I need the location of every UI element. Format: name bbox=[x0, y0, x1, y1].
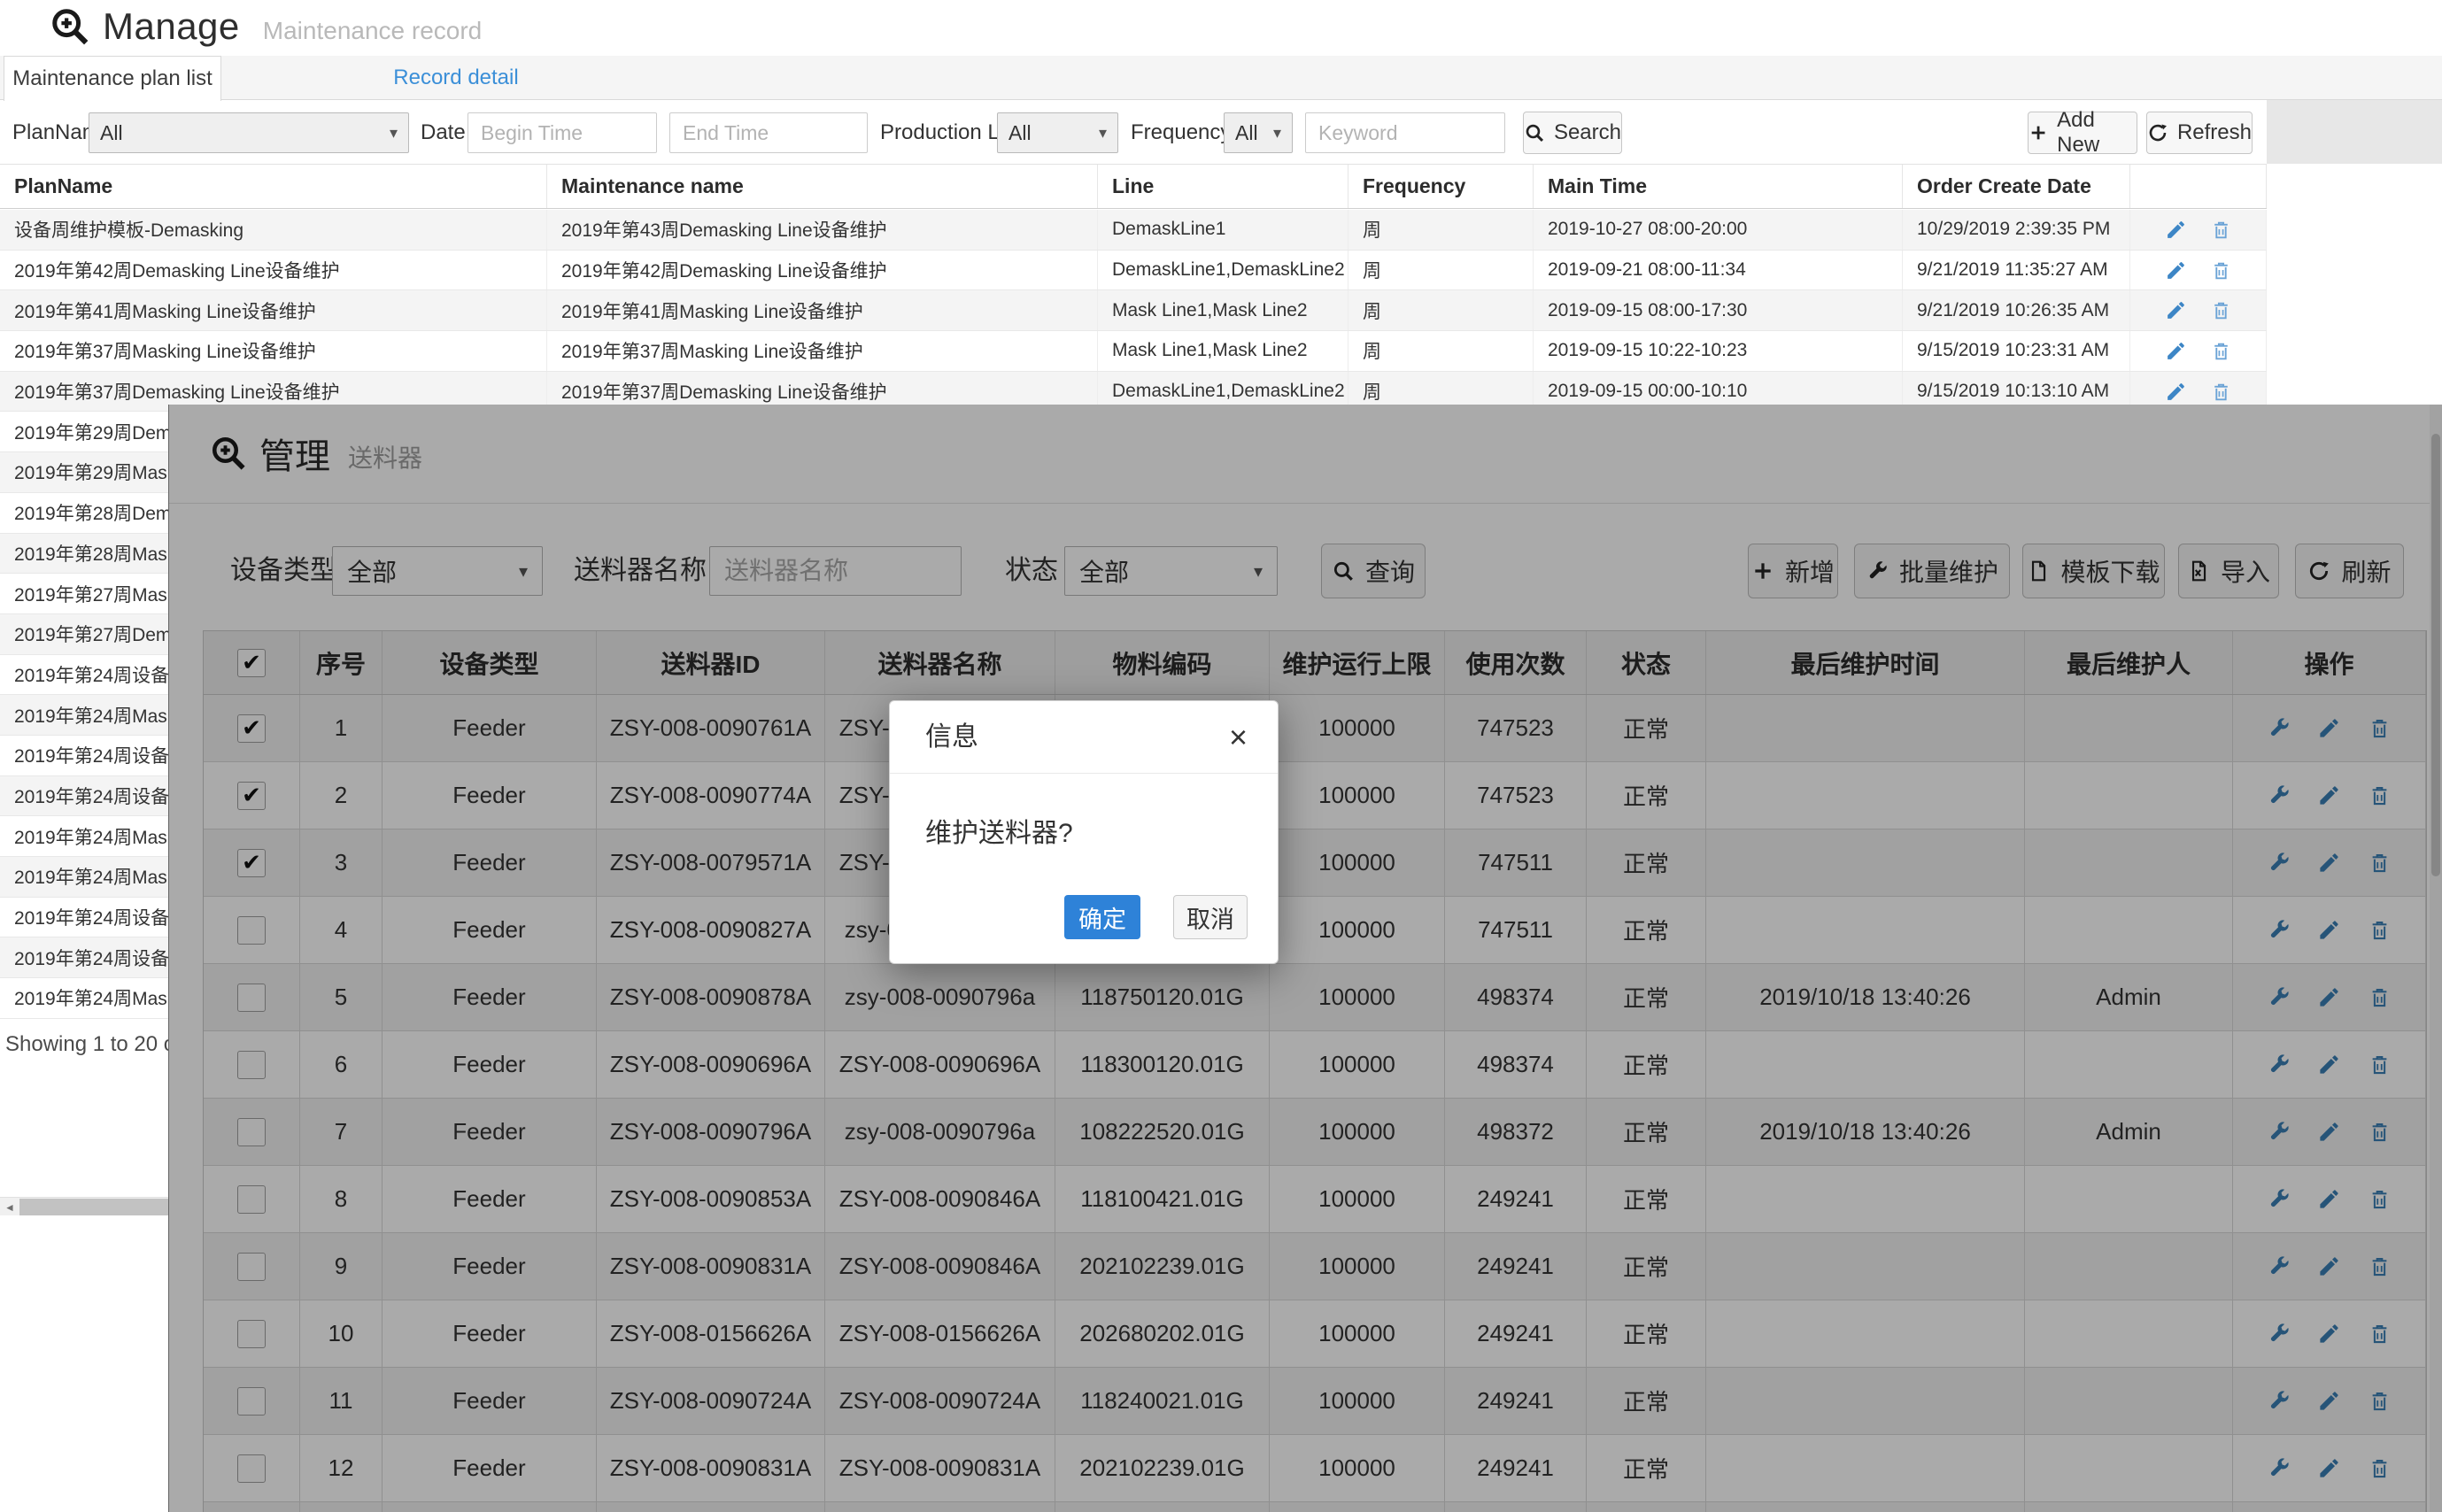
cell-plan: 2019年第37周Masking Line设备维护 bbox=[0, 331, 547, 371]
cell-main_time: 2019-09-15 08:00-17:30 bbox=[1534, 290, 1903, 330]
cell-plan: 2019年第42周Demasking Line设备维护 bbox=[0, 251, 547, 290]
chevron-down-icon: ▾ bbox=[1099, 124, 1107, 143]
edit-icon[interactable] bbox=[2165, 381, 2187, 403]
delete-icon[interactable] bbox=[2210, 340, 2232, 362]
screen: Manage Maintenance record Maintenance pl… bbox=[0, 0, 2442, 1512]
frequency-select[interactable]: All ▾ bbox=[1224, 112, 1293, 153]
search-button[interactable]: Search bbox=[1523, 112, 1622, 154]
tab-maintenance-plan-list[interactable]: Maintenance plan list bbox=[4, 56, 221, 101]
dialog-header: 信息 × bbox=[890, 701, 1278, 774]
tab-record-detail[interactable]: Record detail bbox=[376, 56, 536, 100]
maintenance-plan-row[interactable]: 2019年第42周Demasking Line设备维护2019年第42周Dema… bbox=[0, 251, 2267, 291]
edit-icon[interactable] bbox=[2165, 340, 2187, 362]
cell-plan: 设备周维护模板-Demasking bbox=[0, 210, 547, 250]
cell-line: Mask Line1,Mask Line2 bbox=[1098, 331, 1349, 371]
cell-name: 2019年第42周Demasking Line设备维护 bbox=[547, 251, 1098, 290]
end-time-input[interactable] bbox=[669, 112, 868, 153]
delete-icon[interactable] bbox=[2210, 299, 2232, 321]
keyword-input[interactable] bbox=[1305, 112, 1505, 153]
row-actions bbox=[2130, 331, 2267, 371]
zoom-in-icon bbox=[50, 6, 90, 47]
maintenance-table-header: PlanNameMaintenance nameLineFrequencyMai… bbox=[0, 164, 2267, 209]
column-header: Line bbox=[1098, 165, 1349, 208]
delete-icon[interactable] bbox=[2210, 381, 2232, 403]
production-line-select-value: All bbox=[1008, 121, 1032, 145]
dialog-title: 信息 bbox=[925, 701, 978, 774]
refresh-button[interactable]: Refresh bbox=[2146, 112, 2253, 154]
delete-icon[interactable] bbox=[2210, 219, 2232, 241]
row-actions bbox=[2130, 290, 2267, 330]
modal-backdrop bbox=[168, 405, 2442, 1512]
cell-freq: 周 bbox=[1349, 210, 1534, 250]
cell-plan: 2019年第41周Masking Line设备维护 bbox=[0, 290, 547, 330]
cell-main_time: 2019-09-15 10:22-10:23 bbox=[1534, 331, 1903, 371]
cell-created: 9/21/2019 11:35:27 AM bbox=[1903, 251, 2130, 290]
page-header: Manage Maintenance record bbox=[0, 0, 2442, 56]
frequency-select-value: All bbox=[1235, 121, 1258, 145]
cell-created: 9/21/2019 10:26:35 AM bbox=[1903, 290, 2130, 330]
maintenance-plan-row[interactable]: 设备周维护模板-Demasking2019年第43周Demasking Line… bbox=[0, 210, 2267, 251]
maintenance-plan-row[interactable]: 2019年第37周Masking Line设备维护2019年第37周Maskin… bbox=[0, 331, 2267, 372]
column-header: Maintenance name bbox=[547, 165, 1098, 208]
row-actions bbox=[2130, 210, 2267, 250]
cell-freq: 周 bbox=[1349, 251, 1534, 290]
dialog-ok-button[interactable]: 确定 bbox=[1064, 895, 1140, 939]
cell-name: 2019年第41周Masking Line设备维护 bbox=[547, 290, 1098, 330]
cell-line: DemaskLine1,DemaskLine2 bbox=[1098, 251, 1349, 290]
cell-name: 2019年第43周Demasking Line设备维护 bbox=[547, 210, 1098, 250]
edit-icon[interactable] bbox=[2165, 299, 2187, 321]
add-new-button-label: Add New bbox=[2057, 108, 2137, 158]
page-subtitle: Maintenance record bbox=[263, 17, 482, 45]
planname-select-value: All bbox=[100, 121, 123, 145]
edit-icon[interactable] bbox=[2165, 219, 2187, 241]
column-header bbox=[2130, 165, 2267, 208]
row-actions bbox=[2130, 251, 2267, 290]
edit-icon[interactable] bbox=[2165, 259, 2187, 282]
chevron-down-icon: ▾ bbox=[390, 124, 398, 143]
cell-created: 9/15/2019 10:23:31 AM bbox=[1903, 331, 2130, 371]
cell-main_time: 2019-09-21 08:00-11:34 bbox=[1534, 251, 1903, 290]
delete-icon[interactable] bbox=[2210, 259, 2232, 282]
column-header: Frequency bbox=[1349, 165, 1534, 208]
refresh-icon bbox=[2147, 122, 2168, 143]
cell-created: 10/29/2019 2:39:35 PM bbox=[1903, 210, 2130, 250]
dialog-message: 维护送料器? bbox=[925, 807, 1073, 860]
cell-freq: 周 bbox=[1349, 331, 1534, 371]
page-title: Manage bbox=[103, 5, 240, 48]
cell-line: DemaskLine1 bbox=[1098, 210, 1349, 250]
search-icon bbox=[1524, 122, 1545, 143]
scroll-left-arrow-icon[interactable]: ◄ bbox=[0, 1198, 19, 1216]
column-header: Order Create Date bbox=[1903, 165, 2130, 208]
refresh-button-label: Refresh bbox=[2177, 120, 2252, 145]
add-new-button[interactable]: Add New bbox=[2028, 112, 2137, 154]
maintenance-plan-row[interactable]: 2019年第41周Masking Line设备维护2019年第41周Maskin… bbox=[0, 290, 2267, 331]
cell-main_time: 2019-10-27 08:00-20:00 bbox=[1534, 210, 1903, 250]
page-background-strip bbox=[2267, 100, 2442, 164]
search-button-label: Search bbox=[1554, 120, 1621, 145]
date-label: Date bbox=[421, 112, 466, 153]
message-dialog: 信息 × 维护送料器? 确定 取消 bbox=[889, 700, 1279, 964]
cell-line: Mask Line1,Mask Line2 bbox=[1098, 290, 1349, 330]
tab-bar: Maintenance plan list Record detail bbox=[0, 56, 2442, 100]
planname-select[interactable]: All ▾ bbox=[89, 112, 409, 153]
plus-icon bbox=[2029, 122, 2048, 143]
chevron-down-icon: ▾ bbox=[1273, 124, 1281, 143]
column-header: PlanName bbox=[0, 165, 547, 208]
frequency-label: Frequency bbox=[1131, 112, 1231, 153]
cell-name: 2019年第37周Masking Line设备维护 bbox=[547, 331, 1098, 371]
begin-time-input[interactable] bbox=[468, 112, 657, 153]
production-line-select[interactable]: All ▾ bbox=[997, 112, 1118, 153]
column-header: Main Time bbox=[1534, 165, 1903, 208]
dialog-cancel-button[interactable]: 取消 bbox=[1173, 895, 1248, 939]
close-icon[interactable]: × bbox=[1229, 721, 1248, 754]
cell-freq: 周 bbox=[1349, 290, 1534, 330]
